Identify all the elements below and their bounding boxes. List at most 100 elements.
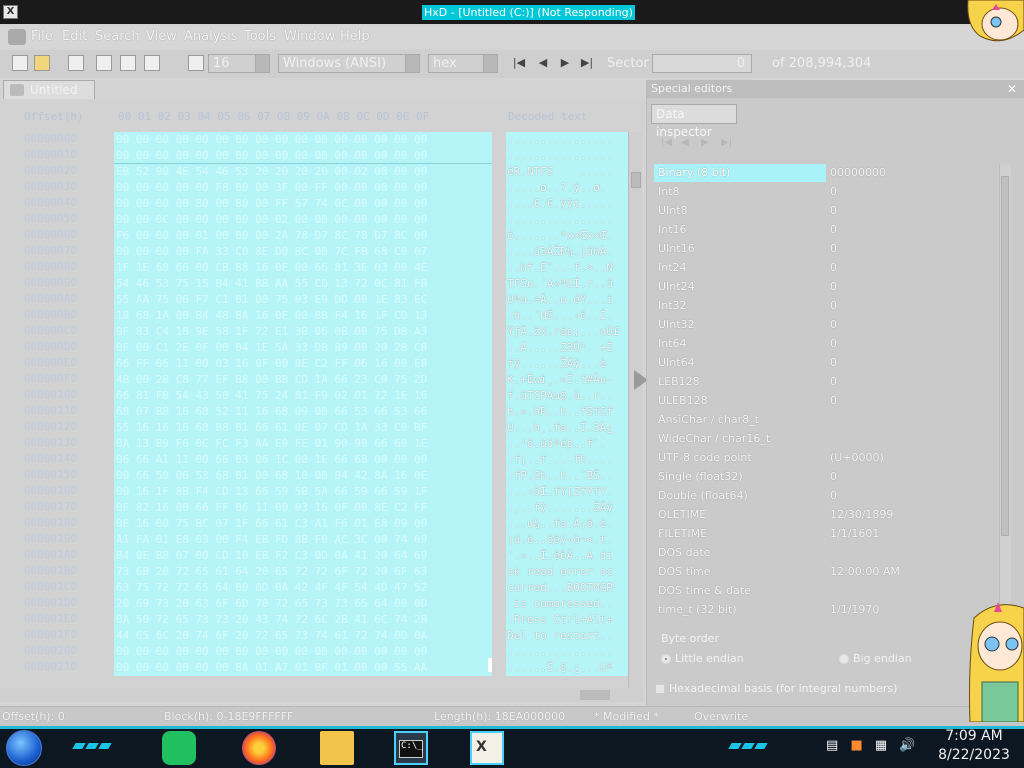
hex-row[interactable]: 00 16 1F 8B F4 CD 13 66 59 5B 5A 66 59 6… bbox=[114, 484, 492, 500]
decoded-text-row[interactable]: .....ø..?.ÿ..ø. bbox=[506, 180, 628, 196]
inspector-row[interactable]: Double (float64) 0 bbox=[654, 487, 1002, 506]
decoded-text-row[interactable]: ................ bbox=[506, 212, 628, 228]
hex-row[interactable]: 66 FF 06 11 00 03 16 0F 00 8E C2 FF 06 1… bbox=[114, 356, 492, 372]
inspector-row[interactable]: DOS date bbox=[654, 544, 1002, 563]
inspector-row[interactable]: UInt24 0 bbox=[654, 278, 1002, 297]
hex-row[interactable]: 00 00 00 00 00 F8 00 00 3F 00 FF 00 00 0… bbox=[114, 180, 492, 196]
decoded-text-row[interactable]: sk read error oc bbox=[506, 564, 628, 580]
decoded-text-row[interactable]: Del to restart.. bbox=[506, 628, 628, 644]
hex-row[interactable]: 4B 00 2B C8 77 EF B8 00 BB CD 1A 66 23 C… bbox=[114, 372, 492, 388]
hex-row[interactable]: 00 00 00 00 00 00 00 00 00 00 00 00 00 0… bbox=[114, 644, 492, 660]
decoded-text-row[interactable]: ö.......*x×Œx×Œ. bbox=[506, 228, 628, 244]
decoded-text-row[interactable]: curred...BOOTMGR bbox=[506, 580, 628, 596]
hex-bytes-selection[interactable]: 00 00 00 00 00 00 00 00 00 00 00 00 00 0… bbox=[114, 132, 492, 676]
menu-help[interactable]: Help bbox=[340, 29, 370, 44]
prev-icon[interactable]: ◀ bbox=[681, 137, 701, 148]
hex-row[interactable]: 54 46 53 75 15 B4 41 BB AA 55 CD 13 72 0… bbox=[114, 276, 492, 292]
hex-row[interactable]: 73 6B 20 72 65 61 64 20 65 72 72 6F 72 2… bbox=[114, 564, 492, 580]
decoded-text-row[interactable]: U...h¸.fa..Í.3À¿ bbox=[506, 420, 628, 436]
hex-row[interactable]: 20 69 73 20 63 6F 6D 70 72 65 73 73 65 6… bbox=[114, 596, 492, 612]
decoded-text-row[interactable]: ..hf.Ëˆ...f.>..N bbox=[506, 260, 628, 276]
first-icon[interactable]: |◀ bbox=[661, 137, 681, 148]
menu-search[interactable]: Search bbox=[95, 29, 140, 44]
big-endian-radio[interactable]: Big endian bbox=[839, 652, 912, 665]
inspector-row[interactable]: Int64 0 bbox=[654, 335, 1002, 354]
inspector-row[interactable]: Binary (8 bit) 00000000 bbox=[654, 164, 1002, 183]
next-icon[interactable]: ▶ bbox=[701, 137, 721, 148]
scroll-thumb[interactable] bbox=[631, 172, 641, 188]
title-bar[interactable]: X HxD - [Untitled (C:)] (Not Responding) bbox=[0, 0, 1024, 24]
open-ram-icon[interactable] bbox=[120, 55, 136, 71]
hex-row[interactable]: 63 75 72 72 65 64 00 0D 0A 42 4F 4F 54 4… bbox=[114, 580, 492, 596]
hex-row[interactable]: 44 65 6C 20 74 6F 20 72 65 73 74 61 72 7… bbox=[114, 628, 492, 644]
decoded-text-row[interactable]: ................ bbox=[506, 132, 628, 148]
show-desktop-icon[interactable]: ▤ bbox=[826, 738, 838, 753]
inspector-value[interactable]: (U+0000) bbox=[830, 449, 884, 467]
inspector-row[interactable]: Int16 0 bbox=[654, 221, 1002, 240]
decoded-text-selection[interactable]: ................................ ëR.NTFS … bbox=[506, 132, 628, 676]
inspector-row[interactable]: DOS time 12:00:00 AM bbox=[654, 563, 1002, 582]
hex-row[interactable]: 9F 83 C4 18 9E 58 1F 72 E1 3B 06 0B 00 7… bbox=[114, 324, 492, 340]
inspector-value[interactable]: 0 bbox=[830, 354, 837, 372]
inspector-value[interactable]: 0 bbox=[830, 183, 837, 201]
inspector-value[interactable]: 0 bbox=[830, 259, 837, 277]
inspector-value[interactable]: 00000000 bbox=[830, 164, 886, 182]
inspector-value[interactable]: 1/1/1601 bbox=[830, 525, 879, 543]
inspector-value[interactable]: 12/30/1899 bbox=[830, 506, 893, 524]
inspector-row[interactable]: WideChar / char16_t bbox=[654, 430, 1002, 449]
decoded-text-row[interactable]: .fP.Sh..h..´BŠ.. bbox=[506, 468, 628, 484]
hex-row[interactable]: F6 00 00 00 01 00 00 00 2A 78 D7 8C 78 D… bbox=[114, 228, 492, 244]
hex-row[interactable]: 00 00 00 00 00 00 00 00 00 00 00 00 00 0… bbox=[114, 132, 492, 148]
decoded-text-row[interactable]: K.+Èwï¸.»Í.f#Àu- bbox=[506, 372, 628, 388]
copy-icon[interactable] bbox=[144, 55, 160, 71]
new-file-icon[interactable] bbox=[12, 55, 28, 71]
hex-row[interactable]: 66 81 FB 54 43 50 41 75 24 81 F9 02 01 7… bbox=[114, 388, 492, 404]
inspector-row[interactable]: Int32 0 bbox=[654, 297, 1002, 316]
menu-edit[interactable]: Edit bbox=[62, 29, 87, 44]
inspector-row[interactable]: LEB128 0 bbox=[654, 373, 1002, 392]
last-sector-icon[interactable]: ▶| bbox=[580, 56, 594, 70]
network-icon[interactable]: ▦ bbox=[875, 738, 887, 753]
decoded-text-row[interactable]: ŸƒÄ.žX.ráp;...uÛ£ bbox=[506, 324, 628, 340]
decoded-text-row[interactable]: ....€.€.ÿÿt..... bbox=[506, 196, 628, 212]
decoded-text-row[interactable]: Uªu.÷Á..u.éÝ...ì bbox=[506, 292, 628, 308]
clock[interactable]: 7:09 AM 8/22/2023 bbox=[930, 727, 1018, 765]
decoded-text-row[interactable]: ´.»..Í.ëòÃ..A di bbox=[506, 548, 628, 564]
inspector-value[interactable]: 0 bbox=[830, 316, 837, 334]
decoded-text-row[interactable]: .Press Ctrl+Alt+ bbox=[506, 612, 628, 628]
hex-row[interactable]: 55 16 16 16 68 B8 01 66 61 0E 07 CD 1A 3… bbox=[114, 420, 492, 436]
inspector-value[interactable]: 0 bbox=[830, 297, 837, 315]
decoded-text-row[interactable]: ...u¼..fa.Ã¡ö.è. bbox=[506, 516, 628, 532]
menu-view[interactable]: View bbox=[146, 29, 177, 44]
hex-row[interactable]: B4 0E BB 07 00 CD 10 EB F2 C3 0D 0A 41 2… bbox=[114, 548, 492, 564]
first-sector-icon[interactable]: |◀ bbox=[512, 56, 526, 70]
inspector-row[interactable]: ULEB128 0 bbox=[654, 392, 1002, 411]
volume-icon[interactable]: 🔊 bbox=[899, 738, 915, 753]
decoded-text-row[interactable]: is compressed.. bbox=[506, 596, 628, 612]
hex-row[interactable]: 0E 16 00 75 BC 07 1F 66 61 C3 A1 F6 01 E… bbox=[114, 516, 492, 532]
command-prompt-icon[interactable]: C:\_ bbox=[394, 731, 428, 765]
tab-data-inspector[interactable]: Data inspector bbox=[651, 104, 737, 139]
hex-row[interactable]: 18 68 1A 00 B4 48 8A 16 0E 00 8B F4 16 1… bbox=[114, 308, 492, 324]
hex-row[interactable]: 00 00 00 00 FA 33 C0 8E D0 BC 00 7C FB 6… bbox=[114, 244, 492, 260]
hex-row[interactable]: 00 66 50 06 53 68 01 00 68 10 00 B4 42 8… bbox=[114, 468, 492, 484]
save-icon[interactable] bbox=[68, 55, 84, 71]
hex-row[interactable]: 1F 1E 68 66 00 CB 88 16 0E 00 66 81 3E 0… bbox=[114, 260, 492, 276]
checkbox-box[interactable] bbox=[655, 684, 665, 694]
inspector-scrollbar[interactable] bbox=[999, 164, 1011, 624]
hxd-app-icon[interactable]: X bbox=[3, 5, 18, 19]
inspector-value[interactable]: 0 bbox=[830, 487, 837, 505]
data-inspector-table[interactable]: Binary (8 bit) 00000000 Int8 0 UInt8 0 Int16 0 U… bbox=[654, 164, 1002, 622]
inspector-row[interactable]: Int8 0 bbox=[654, 183, 1002, 202]
tray-app-icon[interactable]: ■ bbox=[850, 738, 862, 753]
decoded-text-row[interactable]: .‚..fÿ.......ŽÂÿ bbox=[506, 500, 628, 516]
decoded-text-row[interactable]: f.ûTCPAu$.ù..r.. bbox=[506, 388, 628, 404]
decoded-text-row[interactable]: ¡ú.è..ôëý‹ð¬<.t. bbox=[506, 532, 628, 548]
inspector-row[interactable]: time_t (32 bit) 1/1/1970 bbox=[654, 601, 1002, 620]
hex-row[interactable]: A1 FA 01 E8 03 00 F4 EB FD 8B F0 AC 3C 0… bbox=[114, 532, 492, 548]
decoded-text-row[interactable]: ëR.NTFS ..... bbox=[506, 164, 628, 180]
prev-sector-icon[interactable]: ◀ bbox=[536, 56, 550, 70]
menu-tools[interactable]: Tools bbox=[244, 29, 276, 44]
decoded-text-row[interactable]: TFSu.´A»ªUÍ.r..û bbox=[506, 276, 628, 292]
decoded-text-row[interactable]: .h..´HŠ...‹ô..Í. bbox=[506, 308, 628, 324]
